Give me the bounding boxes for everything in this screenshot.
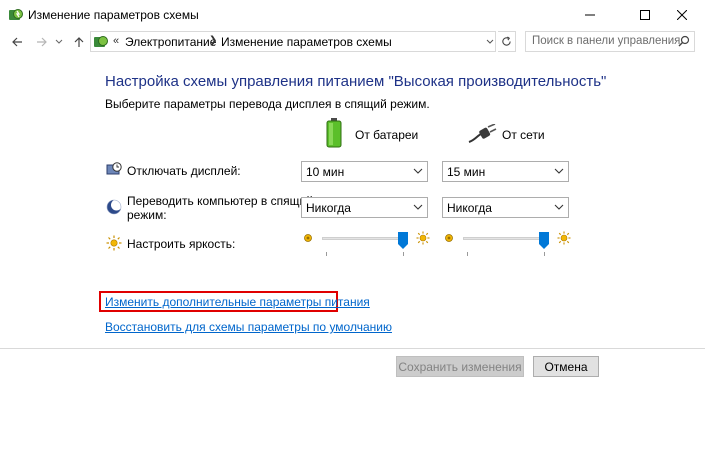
chevron-down-icon	[55, 39, 63, 44]
display-off-battery-select[interactable]: 10 мин	[301, 161, 428, 182]
select-value: Никогда	[447, 201, 492, 215]
battery-column-label: От батареи	[355, 128, 419, 142]
brightness-label: Настроить яркость:	[127, 237, 236, 251]
breadcrumb-power-options[interactable]: Электропитание	[125, 35, 216, 49]
forward-button[interactable]	[33, 32, 51, 52]
chevron-down-icon	[413, 168, 423, 174]
breadcrumb-edit-plan[interactable]: Изменение параметров схемы	[221, 35, 392, 49]
search-input[interactable]: Поиск в панели управления	[525, 31, 695, 52]
navigation-bar: « Электропитание ❯ Изменение параметров …	[0, 30, 705, 54]
sleep-moon-icon	[106, 199, 122, 215]
address-bar[interactable]: « Электропитание ❯ Изменение параметров …	[90, 31, 496, 52]
arrow-left-icon	[12, 37, 22, 47]
select-value: 15 мин	[447, 165, 486, 179]
brightness-battery-slider[interactable]	[302, 231, 438, 262]
page-title: Настройка схемы управления питанием "Выс…	[105, 73, 607, 90]
breadcrumb-overflow[interactable]: «	[113, 35, 119, 47]
chevron-down-icon	[413, 204, 423, 210]
up-button[interactable]	[70, 32, 88, 52]
close-icon	[677, 10, 687, 20]
dim-sun-icon	[304, 234, 312, 242]
display-timer-icon	[106, 162, 122, 175]
divider	[0, 348, 705, 349]
minimize-button[interactable]	[567, 0, 613, 30]
close-button[interactable]	[659, 0, 705, 30]
dim-sun-icon	[445, 234, 453, 242]
search-icon	[678, 35, 690, 47]
slider-tick	[326, 252, 327, 256]
window-title: Изменение параметров схемы	[28, 8, 199, 22]
sleep-label-line2: режим:	[127, 208, 167, 222]
display-off-plugged-select[interactable]: 15 мин	[442, 161, 569, 182]
power-options-icon	[94, 36, 108, 47]
minimize-icon	[585, 14, 595, 16]
slider-tick	[544, 252, 545, 256]
save-changes-button[interactable]: Сохранить изменения	[396, 356, 524, 377]
maximize-icon	[640, 10, 650, 20]
restore-defaults-link[interactable]: Восстановить для схемы параметры по умол…	[105, 320, 392, 334]
slider-tick	[467, 252, 468, 256]
chevron-down-icon	[554, 168, 564, 174]
advanced-settings-link[interactable]: Изменить дополнительные параметры питани…	[105, 295, 370, 309]
slider-thumb[interactable]	[539, 232, 549, 249]
bright-sun-icon	[416, 231, 430, 245]
brightness-sun-icon	[106, 235, 122, 251]
address-history-button[interactable]	[483, 31, 497, 52]
back-button[interactable]	[8, 32, 26, 52]
chevron-down-icon	[486, 39, 494, 44]
sleep-label: Переводить компьютер в спящий режим:	[127, 194, 313, 222]
slider-track[interactable]	[463, 237, 545, 240]
select-value: Никогда	[306, 201, 351, 215]
recent-locations-button[interactable]	[53, 32, 65, 52]
sleep-battery-select[interactable]: Никогда	[301, 197, 428, 218]
breadcrumb-separator-icon[interactable]: ❯	[209, 35, 217, 46]
power-options-icon	[9, 9, 23, 20]
sleep-label-line1: Переводить компьютер в спящий	[127, 194, 313, 208]
arrow-right-icon	[37, 37, 47, 47]
slider-tick	[403, 252, 404, 256]
refresh-button[interactable]	[498, 31, 516, 52]
plugged-column-label: От сети	[502, 128, 545, 142]
battery-icon	[326, 118, 342, 148]
display-off-label: Отключать дисплей:	[127, 164, 241, 178]
arrow-up-icon	[74, 37, 84, 47]
page-subtitle: Выберите параметры перевода дисплея в сп…	[105, 97, 430, 111]
power-plug-icon	[468, 124, 497, 143]
slider-thumb[interactable]	[398, 232, 408, 249]
slider-track[interactable]	[322, 237, 404, 240]
search-placeholder: Поиск в панели управления	[532, 35, 681, 47]
bright-sun-icon	[557, 231, 571, 245]
sleep-plugged-select[interactable]: Никогда	[442, 197, 569, 218]
select-value: 10 мин	[306, 165, 345, 179]
chevron-down-icon	[554, 204, 564, 210]
refresh-icon	[502, 36, 511, 46]
brightness-plugged-slider[interactable]	[443, 231, 579, 262]
title-bar: Изменение параметров схемы	[0, 0, 705, 30]
cancel-button[interactable]: Отмена	[533, 356, 599, 377]
